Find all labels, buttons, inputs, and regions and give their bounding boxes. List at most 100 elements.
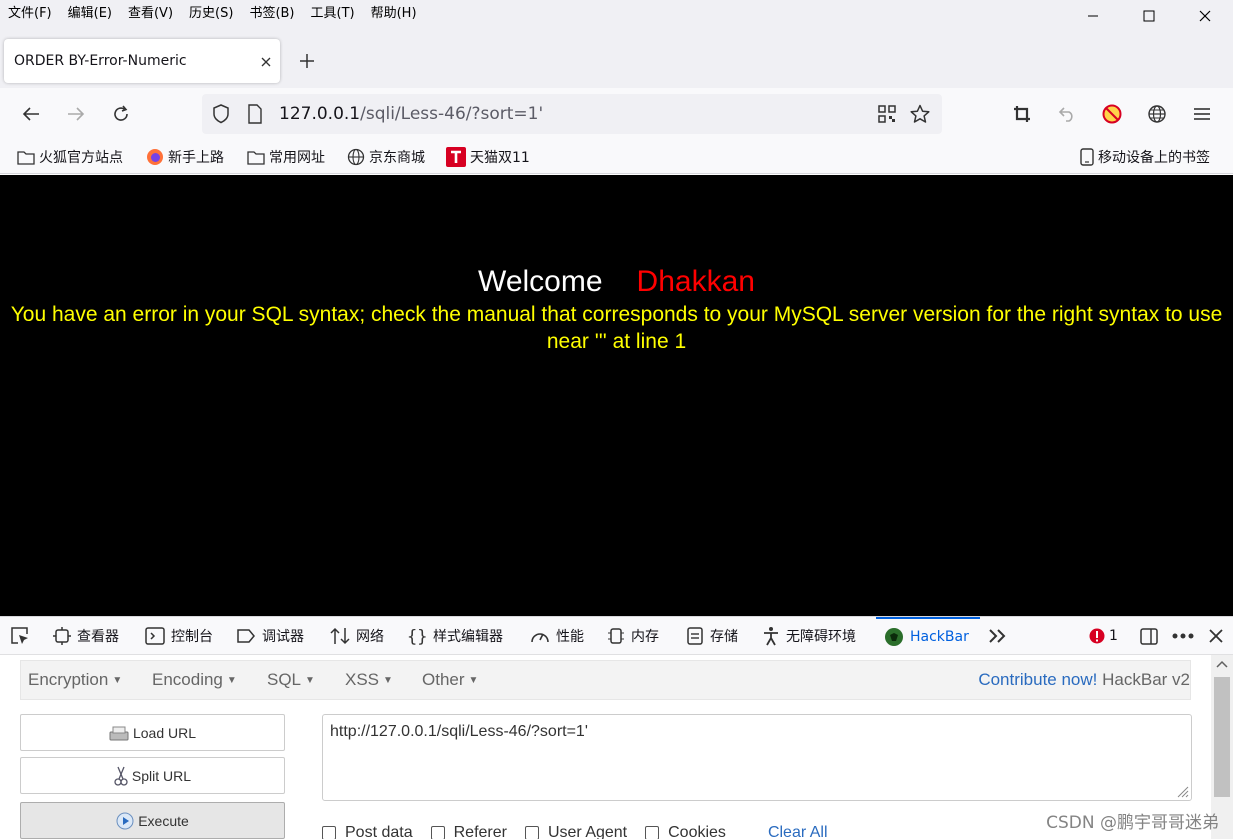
checkbox-box[interactable]: [430, 826, 445, 839]
close-devtools-button[interactable]: [1208, 617, 1224, 655]
tab-memory[interactable]: 内存: [607, 617, 659, 655]
button-label: Split URL: [131, 767, 192, 784]
tab-performance[interactable]: 性能: [530, 617, 584, 655]
new-tab-button[interactable]: [294, 48, 320, 74]
reload-button[interactable]: [107, 100, 135, 128]
caret-down-icon: ▼: [305, 675, 315, 687]
dock-button[interactable]: [1140, 617, 1160, 655]
star-icon[interactable]: [910, 104, 930, 124]
minimize-icon: [1088, 15, 1098, 17]
tab-inspector[interactable]: 查看器: [53, 617, 119, 655]
tab-label: 控制台: [171, 629, 213, 645]
button-label: Load URL: [132, 724, 197, 741]
cookies-checkbox[interactable]: Cookies: [645, 824, 726, 839]
url-textarea[interactable]: http://127.0.0.1/sqli/Less-46/?sort=1': [322, 714, 1192, 801]
error-counter[interactable]: 1: [1089, 617, 1118, 655]
post-data-checkbox[interactable]: Post data: [322, 824, 413, 839]
svg-text:{}: {}: [407, 627, 427, 645]
load-url-button[interactable]: Load URL: [20, 714, 285, 751]
checkbox-label: Cookies: [668, 824, 726, 839]
execute-button[interactable]: Execute: [20, 802, 285, 839]
tab-style-editor[interactable]: {} 样式编辑器: [407, 617, 503, 655]
menu-encoding[interactable]: Encoding ▼: [152, 670, 237, 690]
bookmark-common-sites[interactable]: 常用网址: [247, 146, 325, 168]
tab-hackbar[interactable]: HackBar: [876, 617, 980, 655]
tab-console[interactable]: 控制台: [145, 617, 213, 655]
app-menu-button[interactable]: [1188, 100, 1216, 128]
scroll-up-arrow-icon[interactable]: [1215, 659, 1229, 669]
checkbox-label: Post data: [345, 824, 413, 839]
qr-code-icon[interactable]: [878, 105, 896, 123]
url-text[interactable]: 127.0.0.1/sqli/Less-46/?sort=1': [279, 104, 543, 124]
url-bar[interactable]: 127.0.0.1/sqli/Less-46/?sort=1': [202, 94, 942, 134]
tab-label: 存储: [710, 629, 738, 645]
bookmark-getting-started[interactable]: 新手上路: [146, 146, 224, 168]
menu-help[interactable]: 帮助(H): [363, 3, 425, 25]
element-picker-button[interactable]: [10, 617, 36, 655]
devtools-options-button[interactable]: [1172, 617, 1194, 655]
forward-button[interactable]: [62, 100, 90, 128]
console-icon: [145, 627, 165, 645]
bookmark-jd[interactable]: 京东商城: [347, 146, 425, 168]
tab-close-button[interactable]: [252, 52, 280, 71]
back-button[interactable]: [17, 100, 45, 128]
bookmark-label: 新手上路: [168, 150, 224, 166]
hamburger-menu-icon: [1194, 108, 1210, 120]
scrollbar-thumb[interactable]: [1214, 677, 1230, 797]
contribute-link[interactable]: Contribute now!: [978, 670, 1097, 689]
menu-encryption[interactable]: Encryption ▼: [28, 670, 122, 690]
navigation-bar: 127.0.0.1/sqli/Less-46/?sort=1': [0, 88, 1233, 140]
bookmark-label: 常用网址: [269, 150, 325, 166]
bookmark-label: 京东商城: [369, 150, 425, 166]
button-label: Execute: [138, 812, 189, 829]
bookmark-label: 移动设备上的书签: [1098, 150, 1210, 166]
block-extension-button[interactable]: [1098, 100, 1126, 128]
globe-button[interactable]: [1143, 100, 1171, 128]
more-tools-button[interactable]: [988, 617, 1014, 655]
menu-history[interactable]: 历史(S): [181, 3, 241, 25]
tab-title: ORDER BY-Error-Numeric: [14, 53, 187, 69]
mobile-device-icon: [1080, 148, 1094, 166]
globe-icon: [347, 148, 365, 166]
clear-all-link[interactable]: Clear All: [768, 824, 828, 839]
user-agent-checkbox[interactable]: User Agent: [524, 824, 628, 839]
bookmark-mobile[interactable]: 移动设备上的书签: [1080, 146, 1210, 168]
menu-file[interactable]: 文件(F): [0, 3, 60, 25]
bookmark-label: 天猫双11: [470, 150, 530, 166]
tab-accessibility[interactable]: 无障碍环境: [762, 617, 856, 655]
checkbox-box[interactable]: [645, 826, 660, 839]
menu-sql[interactable]: SQL ▼: [267, 670, 315, 690]
element-picker-icon: [11, 627, 28, 644]
bookmark-firefox-site[interactable]: 火狐官方站点: [17, 146, 123, 168]
resize-grip-icon[interactable]: [1175, 784, 1189, 798]
crop-icon: [1014, 106, 1030, 122]
tab-label: 无障碍环境: [786, 629, 856, 645]
checkbox-box[interactable]: [322, 826, 336, 839]
maximize-icon: [1143, 10, 1155, 22]
firefox-logo-icon: [147, 149, 163, 165]
dock-side-icon: [1140, 628, 1158, 645]
menu-view[interactable]: 查看(V): [120, 3, 181, 25]
browser-tab[interactable]: ORDER BY-Error-Numeric: [4, 39, 280, 83]
globe-icon: [1148, 105, 1166, 123]
debugger-icon: [237, 629, 255, 643]
accessibility-icon: [764, 627, 778, 646]
checkbox-label: Referer: [453, 824, 507, 839]
menu-edit[interactable]: 编辑(E): [60, 3, 120, 25]
menu-other[interactable]: Other ▼: [422, 670, 478, 690]
hackbar-options: Post data Referer User Agent Cookies Cle…: [322, 823, 828, 839]
menu-bookmarks[interactable]: 书签(B): [241, 3, 302, 25]
referer-checkbox[interactable]: Referer: [430, 824, 507, 839]
tab-storage[interactable]: 存储: [686, 617, 738, 655]
menu-tools[interactable]: 工具(T): [303, 3, 363, 25]
split-url-button[interactable]: Split URL: [20, 757, 285, 794]
checkbox-label: User Agent: [547, 824, 628, 839]
checkbox-box[interactable]: [524, 826, 539, 839]
screenshot-button[interactable]: [1008, 100, 1036, 128]
bookmark-tmall[interactable]: 天猫双11: [446, 146, 530, 168]
tab-label: 性能: [556, 629, 584, 645]
tab-debugger[interactable]: 调试器: [236, 617, 304, 655]
tab-network[interactable]: 网络: [330, 617, 384, 655]
undo-button[interactable]: [1053, 100, 1081, 128]
menu-xss[interactable]: XSS ▼: [345, 670, 393, 690]
